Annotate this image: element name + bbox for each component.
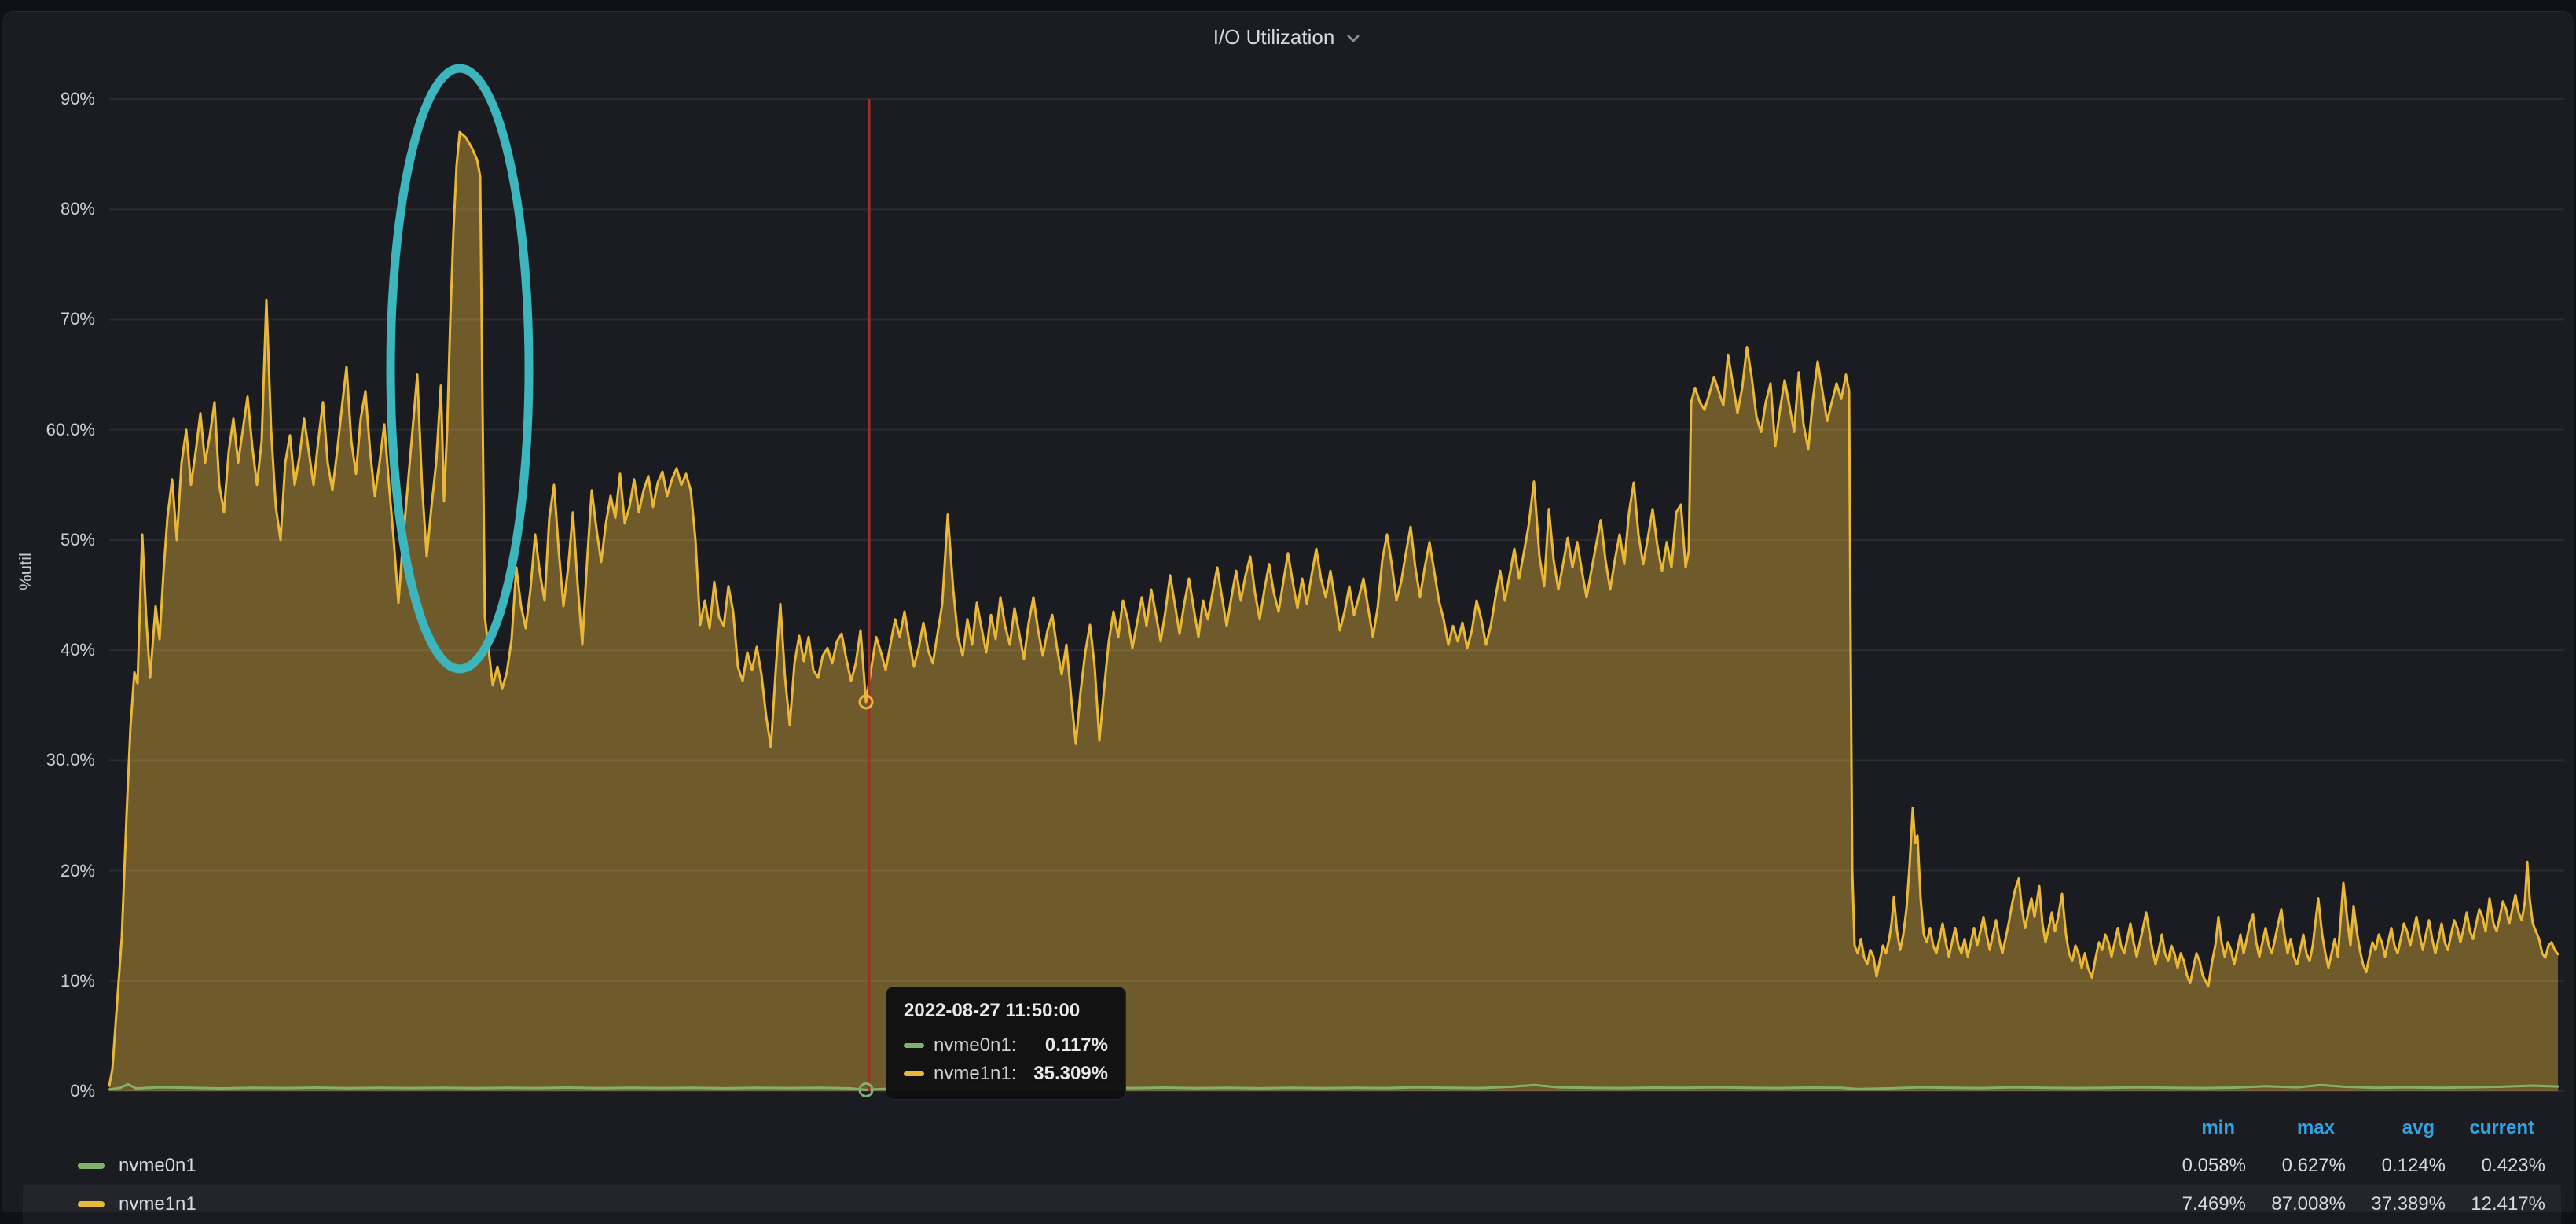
tooltip-series-label: nvme0n1:: [934, 1035, 1016, 1057]
legend-col-current[interactable]: current: [2461, 1117, 2561, 1139]
series-dash-icon: [904, 1043, 924, 1048]
chart-tooltip: 2022-08-27 11:50:00 nvme0n1: 0.117% nvme…: [886, 987, 1126, 1100]
tooltip-series-value: 35.309%: [1033, 1063, 1108, 1085]
hover-point-nvme0n1: [860, 1083, 872, 1096]
stat-avg: 0.124%: [2361, 1155, 2461, 1177]
legend-row-nvme1n1: nvme1n1 7.469% 87.008% 37.389% 12.417%: [23, 1185, 2561, 1224]
legend-header: min max avg current: [23, 1111, 2561, 1145]
legend-series-name: nvme0n1: [119, 1155, 196, 1177]
stat-min: 0.058%: [2162, 1155, 2262, 1177]
tooltip-timestamp: 2022-08-27 11:50:00: [904, 1000, 1108, 1022]
legend-series-toggle[interactable]: nvme0n1: [23, 1155, 2162, 1177]
series-area-nvme1n1: [109, 132, 2558, 1091]
legend-col-max[interactable]: max: [2262, 1117, 2361, 1139]
series-swatch-icon: [78, 1163, 105, 1169]
tooltip-row: nvme1n1: 35.309%: [904, 1060, 1108, 1088]
tooltip-row: nvme0n1: 0.117%: [904, 1031, 1108, 1060]
time-series-chart[interactable]: [5, 23, 2576, 1224]
tooltip-series-value: 0.117%: [1045, 1035, 1108, 1057]
legend-col-min[interactable]: min: [2162, 1117, 2262, 1139]
series-dash-icon: [904, 1071, 924, 1076]
graph-panel: I/O Utilization %util 90%80%70%60.0%50%4…: [2, 11, 2574, 1212]
series-swatch-icon: [78, 1201, 105, 1207]
legend-row-nvme0n1: nvme0n1 0.058% 0.627% 0.124% 0.423%: [23, 1147, 2561, 1185]
stat-max: 0.627%: [2262, 1155, 2361, 1177]
hover-point-nvme1n1: [860, 696, 872, 708]
legend-col-avg[interactable]: avg: [2361, 1117, 2461, 1139]
tooltip-series-label: nvme1n1:: [934, 1063, 1016, 1085]
stat-current: 0.423%: [2461, 1155, 2561, 1177]
